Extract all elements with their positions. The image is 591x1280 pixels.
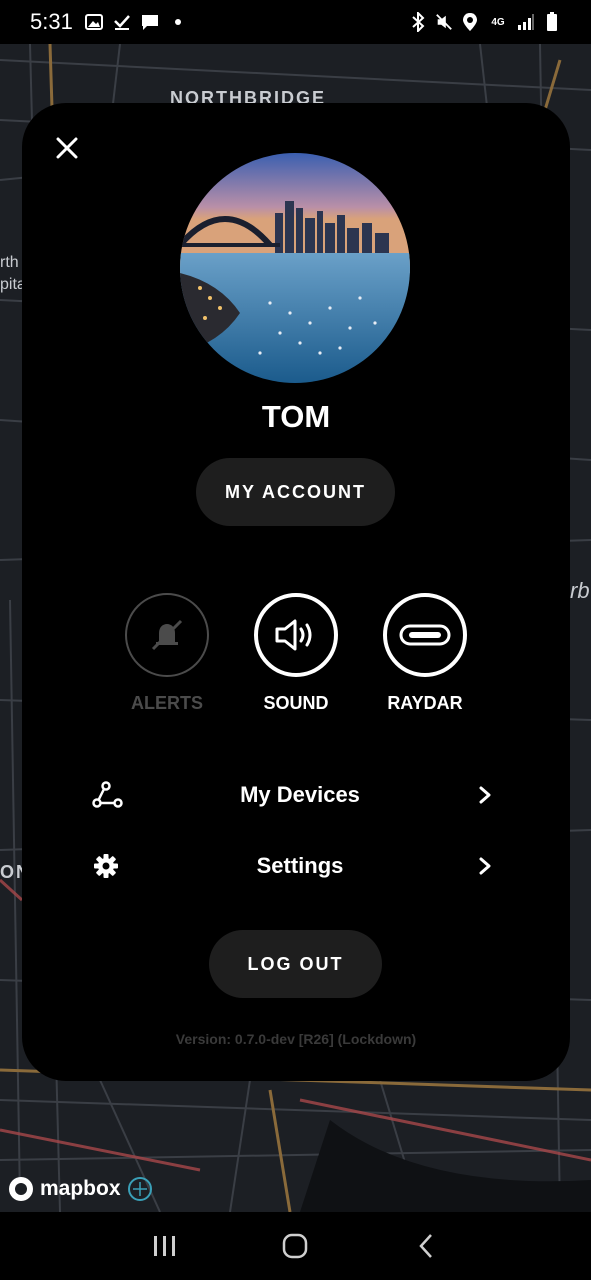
raydar-toggle-ring xyxy=(383,593,467,677)
map-label-partial: rb xyxy=(570,578,590,603)
bluetooth-icon xyxy=(409,12,427,32)
status-time: 5:31 xyxy=(30,9,73,34)
menu-settings-label: Settings xyxy=(256,853,344,878)
battery-icon xyxy=(543,12,561,31)
menu-my-devices-label: My Devices xyxy=(240,782,360,807)
mapbox-logo[interactable]: mapbox xyxy=(8,1176,153,1202)
avatar[interactable] xyxy=(180,153,410,383)
speaker-icon xyxy=(275,619,312,651)
recents-icon xyxy=(154,1236,176,1256)
alerts-label: ALERTS xyxy=(131,693,203,713)
raydar-toggle[interactable]: RAYDAR xyxy=(383,593,467,714)
location-icon xyxy=(461,13,479,31)
back-button[interactable] xyxy=(406,1226,446,1266)
status-bar: 5:31 4G xyxy=(0,0,591,44)
message-icon xyxy=(141,13,159,31)
alerts-toggle[interactable]: ALERTS xyxy=(125,593,209,714)
menu-settings[interactable]: Settings xyxy=(92,842,492,890)
home-button[interactable] xyxy=(275,1226,315,1266)
bell-off-icon xyxy=(151,619,183,651)
raydar-device-icon xyxy=(399,624,451,646)
sound-label: SOUND xyxy=(263,693,329,713)
signal-icon xyxy=(517,13,535,31)
close-button[interactable] xyxy=(52,133,82,163)
check-download-icon xyxy=(113,13,131,31)
image-icon xyxy=(84,13,103,31)
chevron-right-icon xyxy=(468,856,492,876)
back-icon xyxy=(419,1234,432,1258)
alerts-toggle-ring xyxy=(125,593,209,677)
close-icon xyxy=(56,137,78,159)
devices-network-icon xyxy=(92,781,132,809)
menu-my-devices[interactable]: My Devices xyxy=(92,771,492,819)
dot-icon xyxy=(169,13,187,31)
sound-toggle-ring xyxy=(254,593,338,677)
network-label: 4G xyxy=(491,16,505,28)
log-out-button[interactable]: LOG OUT xyxy=(209,930,382,998)
my-account-button[interactable]: MY ACCOUNT xyxy=(196,458,395,526)
home-icon xyxy=(283,1233,308,1259)
gear-icon xyxy=(92,852,132,880)
navigation-bar xyxy=(0,1212,591,1280)
mapbox-logo-icon xyxy=(9,1177,33,1201)
info-icon[interactable] xyxy=(127,1176,153,1202)
mapbox-wordmark: mapbox xyxy=(40,1177,121,1200)
raydar-label: RAYDAR xyxy=(387,693,463,713)
chevron-right-icon xyxy=(468,785,492,805)
version-text: Version: 0.7.0-dev [R26] (Lockdown) xyxy=(175,1031,417,1047)
profile-panel: TOM MY ACCOUNT ALERTS SOUND RAYDAR My De… xyxy=(22,103,570,1081)
sound-toggle[interactable]: SOUND xyxy=(254,593,338,714)
network-4g-icon: 4G xyxy=(487,13,509,31)
mute-icon xyxy=(435,13,453,31)
recents-button[interactable] xyxy=(145,1226,185,1266)
user-name: TOM xyxy=(261,399,331,434)
map-label-partial: rth xyxy=(0,254,19,271)
